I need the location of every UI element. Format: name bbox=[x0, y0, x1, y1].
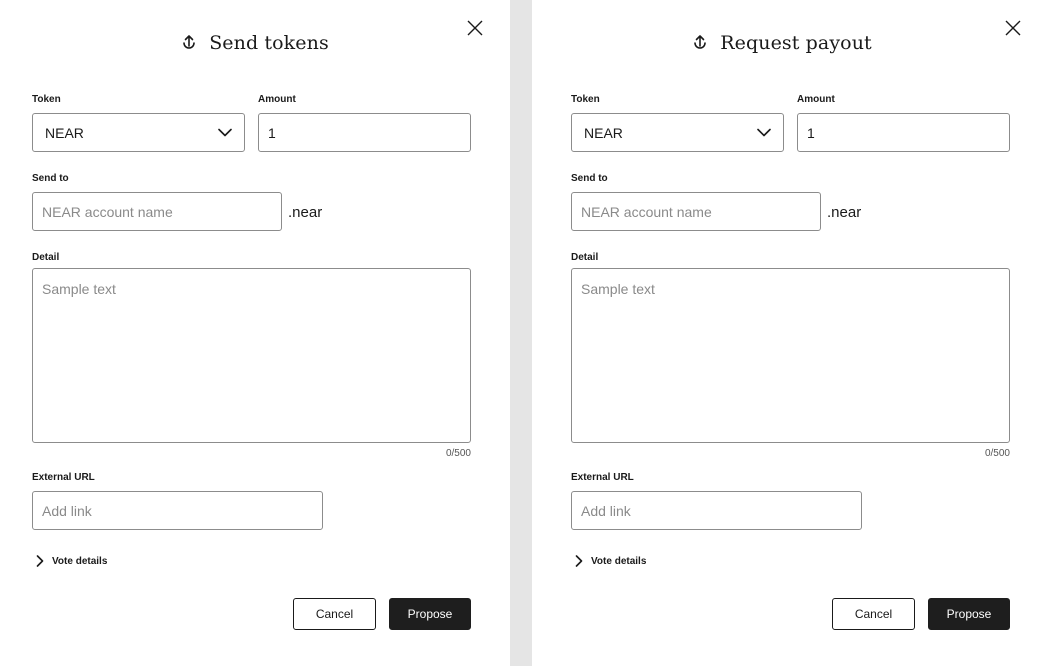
detail-placeholder: Sample text bbox=[581, 281, 655, 297]
chevron-right-icon bbox=[575, 555, 583, 567]
amount-input-value: 1 bbox=[268, 124, 276, 141]
dialog-title-text: Send tokens bbox=[209, 32, 329, 54]
near-suffix: .near bbox=[827, 204, 862, 221]
propose-button[interactable]: Propose bbox=[389, 598, 471, 630]
send-to-input[interactable]: NEAR account name bbox=[32, 192, 282, 231]
external-url-input[interactable]: Add link bbox=[32, 491, 323, 530]
amount-input-value: 1 bbox=[807, 124, 815, 141]
close-icon[interactable] bbox=[1004, 19, 1022, 37]
token-select[interactable]: NEAR bbox=[571, 113, 784, 152]
external-url-placeholder: Add link bbox=[581, 502, 631, 519]
external-url-placeholder: Add link bbox=[42, 502, 92, 519]
chevron-down-icon bbox=[757, 128, 771, 137]
detail-label: Detail bbox=[571, 252, 599, 263]
token-label: Token bbox=[32, 94, 61, 105]
token-label: Token bbox=[571, 94, 600, 105]
propose-button[interactable]: Propose bbox=[928, 598, 1010, 630]
amount-input[interactable]: 1 bbox=[797, 113, 1010, 152]
detail-textarea[interactable]: Sample text bbox=[571, 268, 1010, 443]
detail-char-counter: 0/500 bbox=[984, 448, 1010, 459]
vote-details-label: Vote details bbox=[52, 555, 108, 567]
external-url-label: External URL bbox=[571, 472, 634, 483]
token-select-value: NEAR bbox=[45, 124, 84, 141]
screen: Send tokens Token Amount NEAR 1 Send to … bbox=[0, 0, 1046, 666]
send-to-label: Send to bbox=[571, 173, 608, 184]
request-payout-dialog: Request payout Token Amount NEAR 1 Send … bbox=[532, 0, 1046, 666]
dialog-title: Send tokens bbox=[0, 32, 510, 54]
external-url-label: External URL bbox=[32, 472, 95, 483]
near-suffix: .near bbox=[288, 204, 323, 221]
upload-icon bbox=[183, 35, 195, 49]
send-to-label: Send to bbox=[32, 173, 69, 184]
detail-label: Detail bbox=[32, 252, 60, 263]
detail-char-counter: 0/500 bbox=[445, 448, 471, 459]
token-select[interactable]: NEAR bbox=[32, 113, 245, 152]
vote-details-toggle[interactable]: Vote details bbox=[36, 555, 107, 567]
close-icon[interactable] bbox=[466, 19, 484, 37]
amount-input[interactable]: 1 bbox=[258, 113, 471, 152]
chevron-right-icon bbox=[36, 555, 44, 567]
external-url-input[interactable]: Add link bbox=[571, 491, 862, 530]
detail-textarea[interactable]: Sample text bbox=[32, 268, 471, 443]
dialog-title-text: Request payout bbox=[720, 32, 872, 54]
vote-details-toggle[interactable]: Vote details bbox=[575, 555, 646, 567]
amount-label: Amount bbox=[797, 94, 835, 105]
send-to-placeholder: NEAR account name bbox=[42, 203, 173, 220]
send-tokens-dialog: Send tokens Token Amount NEAR 1 Send to … bbox=[0, 0, 510, 666]
cancel-button[interactable]: Cancel bbox=[293, 598, 376, 630]
detail-placeholder: Sample text bbox=[42, 281, 116, 297]
send-to-placeholder: NEAR account name bbox=[581, 203, 712, 220]
cancel-button[interactable]: Cancel bbox=[832, 598, 915, 630]
token-select-value: NEAR bbox=[584, 124, 623, 141]
send-to-input[interactable]: NEAR account name bbox=[571, 192, 821, 231]
amount-label: Amount bbox=[258, 94, 296, 105]
dialog-title: Request payout bbox=[525, 32, 1039, 54]
vote-details-label: Vote details bbox=[591, 555, 647, 567]
upload-icon bbox=[694, 35, 707, 49]
chevron-down-icon bbox=[218, 128, 232, 137]
